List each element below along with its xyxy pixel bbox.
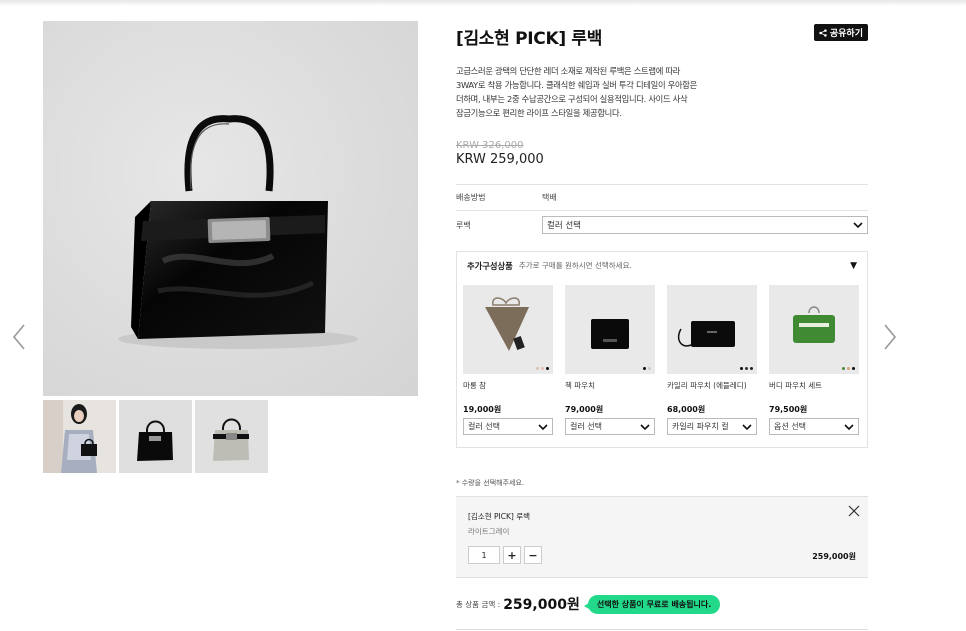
addon-item-select-value: 컬러 선택 (570, 422, 602, 431)
selected-item-price: 259,000원 (812, 552, 856, 561)
addon-item-select[interactable]: 컬러 선택 (463, 418, 553, 435)
color-dots (740, 367, 753, 370)
color-dot (852, 367, 855, 370)
top-shadow (0, 0, 966, 6)
close-icon[interactable] (848, 505, 860, 517)
color-dot (643, 367, 646, 370)
addon-item-list: 마롱 참 19,000원 컬러 선택 첵 파우치 79,000원 컬러 선택 카… (457, 279, 867, 435)
addon-item: 카일리 파우치 (에뜰레디) 68,000원 카일리 파우치 컬 (667, 285, 757, 435)
shipping-row: 배송방법 택배 (456, 185, 868, 210)
color-dot (740, 367, 743, 370)
color-dots (842, 367, 855, 370)
description-line: 잠금기능으로 편리한 라이프 스타일을 제공합니다. (456, 108, 622, 118)
divider (456, 629, 868, 630)
share-label: 공유하기 (829, 29, 863, 39)
addon-item-name: 마롱 참 (463, 381, 487, 390)
addon-header[interactable]: 추가구성상품 추가로 구매를 원하시면 선택하세요. ▼ (457, 252, 867, 279)
thumbnail-strip (43, 400, 268, 473)
sale-price: KRW 259,000 (456, 152, 544, 167)
addon-item-name: 버디 파우치 세트 (769, 381, 823, 390)
share-icon (819, 28, 827, 37)
total-label: 총 상품 금액 : (456, 599, 501, 609)
addon-item-select[interactable]: 컬러 선택 (565, 418, 655, 435)
product-info-panel: [김소현 PICK] 루백 공유하기 고급스러운 광택의 단단한 레더 소재로 … (456, 20, 868, 239)
total-amount: 259,000원 (503, 597, 580, 613)
main-product-image (43, 21, 418, 396)
addon-item-select-value: 카일리 파우치 컬 (672, 422, 729, 431)
prev-arrow-icon[interactable] (9, 322, 31, 352)
description-line: 더하며, 내부는 2중 수납공간으로 구성되어 실용적입니다. 사이드 사삭 (456, 94, 688, 104)
color-dot (847, 367, 850, 370)
addon-item-image[interactable] (769, 285, 859, 374)
selected-item-box: [김소현 PICK] 루백 라이트그레이 1 + − 259,000원 (456, 496, 868, 578)
addon-item-select[interactable]: 옵션 선택 (769, 418, 859, 435)
chevron-down-icon (538, 423, 548, 430)
bag-color-select-value: 컬러 선택 (547, 221, 581, 231)
free-shipping-badge: 선택한 상품이 무료로 배송됩니다. (583, 594, 721, 614)
addon-item-image[interactable] (565, 285, 655, 374)
addon-item: 마롱 참 19,000원 컬러 선택 (463, 285, 553, 435)
color-dot (842, 367, 845, 370)
original-price: KRW 326,000 (456, 140, 524, 151)
selected-item-title: [김소현 PICK] 루백 (468, 512, 531, 521)
color-dot (546, 367, 549, 370)
selected-item-color: 라이트그레이 (468, 527, 510, 536)
addon-item-price: 79,000원 (565, 405, 604, 414)
color-dots (536, 367, 549, 370)
addon-item-price: 79,500원 (769, 405, 808, 414)
color-dot (536, 367, 539, 370)
quantity-increase-button[interactable]: + (503, 546, 521, 564)
color-dots (643, 367, 651, 370)
color-dot (750, 367, 753, 370)
product-title: [김소현 PICK] 루백 (456, 29, 603, 49)
product-description: 고급스러운 광택의 단단한 레더 소재로 제작된 루백은 스트랩에 따라 3WA… (456, 64, 721, 120)
chevron-down-icon (640, 423, 650, 430)
chevron-down-icon (853, 222, 863, 229)
addon-item-image[interactable] (463, 285, 553, 374)
bag-color-select[interactable]: 컬러 선택 (542, 216, 868, 234)
bag-option-label: 루백 (456, 220, 471, 230)
next-arrow-icon[interactable] (879, 322, 901, 352)
quantity-decrease-button[interactable]: − (524, 546, 542, 564)
addon-title: 추가구성상품 (467, 260, 513, 271)
description-line: 고급스러운 광택의 단단한 레더 소재로 제작된 루백은 스트랩에 따라 (456, 66, 681, 76)
triangle-down-icon[interactable]: ▼ (850, 261, 857, 271)
description-line: 3WAY로 착용 가능합니다. 클래식한 쉐입과 실버 투각 디테일이 우아함은 (456, 80, 697, 90)
chevron-down-icon (742, 423, 752, 430)
addon-item-select-value: 옵션 선택 (774, 422, 806, 431)
quantity-stepper: 1 + − (468, 546, 542, 564)
bag-option-row: 루백 컬러 선택 (456, 211, 868, 239)
share-button[interactable]: 공유하기 (813, 24, 868, 41)
addon-item: 첵 파우치 79,000원 컬러 선택 (565, 285, 655, 435)
quantity-note: * 수량을 선택해주세요. (456, 479, 525, 487)
addon-item-price: 68,000원 (667, 405, 706, 414)
addon-item-select-value: 컬러 선택 (468, 422, 500, 431)
thumbnail-black-bag[interactable] (119, 400, 192, 473)
addon-item-image[interactable] (667, 285, 757, 374)
quantity-input[interactable]: 1 (468, 546, 500, 564)
thumbnail-grey-bag[interactable] (195, 400, 268, 473)
addon-subtitle: 추가로 구매를 원하시면 선택하세요. (518, 261, 632, 270)
color-dot (541, 367, 544, 370)
addon-item-name: 카일리 파우치 (에뜰레디) (667, 381, 747, 390)
color-dot (745, 367, 748, 370)
addon-item-price: 19,000원 (463, 405, 502, 414)
addon-item: 버디 파우치 세트 79,500원 옵션 선택 (769, 285, 859, 435)
addon-item-select[interactable]: 카일리 파우치 컬 (667, 418, 757, 435)
color-dot (648, 367, 651, 370)
addon-item-name: 첵 파우치 (565, 381, 595, 390)
addon-products: 추가구성상품 추가로 구매를 원하시면 선택하세요. ▼ 마롱 참 19,000… (456, 251, 868, 448)
shipping-value: 택배 (542, 193, 557, 202)
shipping-label: 배송방법 (456, 193, 486, 202)
total-price-row: 총 상품 금액 : 259,000원 선택한 상품이 무료로 배송됩니다. (456, 594, 721, 614)
chevron-down-icon (844, 423, 854, 430)
thumbnail-model[interactable] (43, 400, 116, 473)
